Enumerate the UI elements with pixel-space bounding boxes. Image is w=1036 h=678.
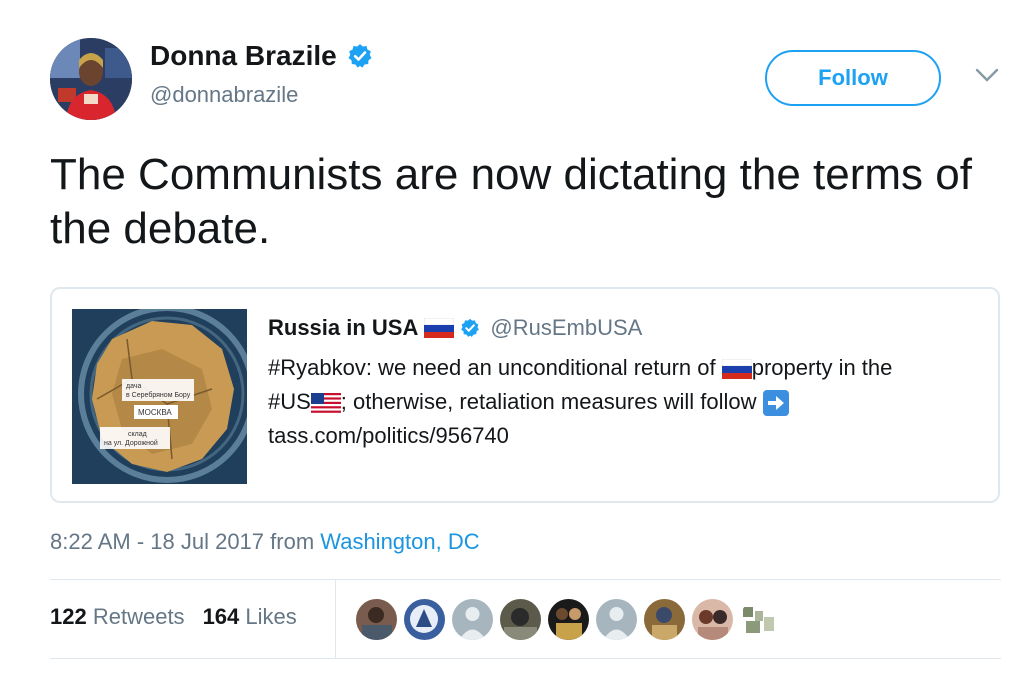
liker-avatar[interactable] [644, 599, 685, 640]
likes-count: 164 [202, 604, 240, 629]
stats-separator [335, 580, 336, 658]
verified-icon [348, 44, 372, 68]
map-label-sklad: склад [128, 431, 147, 438]
tweet-stats: 122 Retweets 164 Likes [50, 604, 297, 630]
quoted-tweet-image[interactable]: дача в Серебряном Бору МОСКВА склад на у… [72, 309, 247, 484]
us-flag-icon [310, 393, 341, 414]
quoted-link[interactable]: tass.com/politics/956740 [268, 419, 978, 453]
tweet-meta: 8:22 AM - 18 Jul 2017 from Washington, D… [50, 529, 480, 555]
moscow-map-image: дача в Серебряном Бору МОСКВА склад на у… [72, 309, 247, 484]
quoted-text-line1a: #Ryabkov: we need an unconditional retur… [268, 355, 722, 380]
liker-avatar[interactable] [548, 599, 589, 640]
author-name[interactable]: Donna Brazile [150, 40, 337, 72]
quoted-author-name[interactable]: Russia in USA [268, 315, 418, 341]
liker-avatar[interactable] [692, 599, 733, 640]
avatar-photo [50, 38, 132, 120]
author-handle[interactable]: @donnabrazile [150, 82, 298, 108]
likes-stat[interactable]: 164 Likes [203, 604, 297, 630]
quoted-tweet[interactable]: дача в Серебряном Бору МОСКВА склад на у… [50, 287, 1000, 503]
liker-avatars [356, 599, 781, 640]
map-label-serebryany-bor: в Серебряном Бору [126, 391, 191, 399]
quoted-tweet-header: Russia in USA @RusEmbUSA [268, 315, 642, 341]
liker-avatar[interactable] [740, 599, 781, 640]
follow-button[interactable]: Follow [765, 50, 941, 106]
retweets-count: 122 [50, 604, 87, 629]
map-label-dacha: дача [126, 383, 141, 390]
liker-avatar[interactable] [452, 599, 493, 640]
liker-avatar[interactable] [356, 599, 397, 640]
map-label-dorozhnaya: на ул. Дорожной [104, 439, 158, 447]
likes-label: Likes [245, 604, 297, 629]
hashtag-us[interactable]: #US [268, 389, 311, 414]
quoted-text-line2b: ; otherwise, retaliation measures will f… [340, 389, 763, 414]
tweet-location[interactable]: Washington, DC [320, 529, 479, 554]
tweet-timestamp[interactable]: 8:22 AM - 18 Jul 2017 from [50, 529, 320, 554]
divider-top [50, 579, 1001, 580]
author-avatar[interactable] [50, 38, 132, 120]
liker-avatar[interactable] [596, 599, 637, 640]
right-arrow-icon [762, 390, 789, 417]
russia-flag-icon [721, 359, 752, 380]
liker-avatar[interactable] [500, 599, 541, 640]
retweets-label: Retweets [92, 604, 185, 629]
chevron-down-icon[interactable] [974, 66, 1000, 84]
liker-avatar[interactable] [404, 599, 445, 640]
retweets-stat[interactable]: 122 Retweets [50, 604, 185, 630]
author-name-row: Donna Brazile [150, 40, 373, 72]
map-label-moskva: МОСКВА [138, 408, 172, 417]
quoted-tweet-text: #Ryabkov: we need an unconditional retur… [268, 351, 978, 453]
verified-icon [461, 318, 480, 337]
quoted-text-line1b: property in the [751, 355, 893, 380]
tweet-text: The Communists are now dictating the ter… [50, 150, 972, 253]
divider-bottom [50, 658, 1001, 659]
russia-flag-icon [424, 318, 455, 338]
quoted-author-handle[interactable]: @RusEmbUSA [490, 315, 642, 341]
